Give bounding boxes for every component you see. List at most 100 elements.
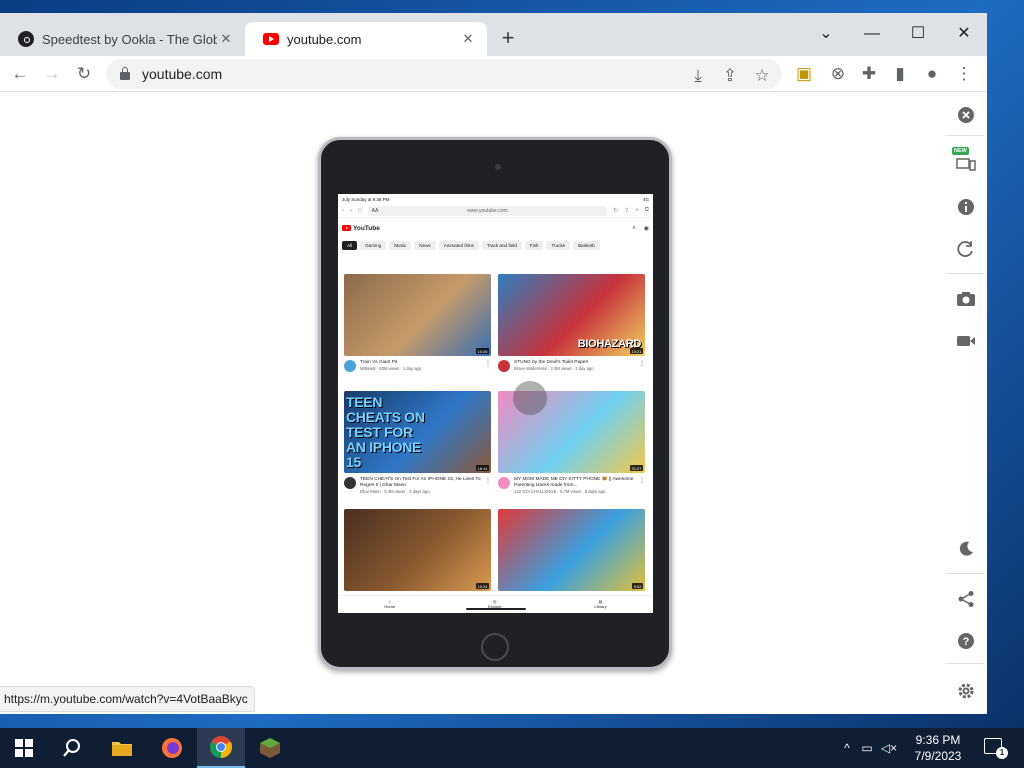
- safari-book-icon[interactable]: □: [358, 208, 362, 214]
- video-card[interactable]: TEEN CHEATS ON TEST FOR AN IPHONE 15 16:1…: [344, 391, 491, 495]
- safari-tabs-icon[interactable]: ⧉: [645, 207, 649, 214]
- safari-back-icon[interactable]: ‹: [342, 208, 344, 214]
- thumbnail-caption: TEEN CHEATS ON TEST FOR AN IPHONE 15: [346, 394, 425, 470]
- bookmark-star-icon[interactable]: ☆: [748, 62, 776, 90]
- youtube-logo[interactable]: YouTube: [342, 225, 380, 232]
- video-menu-icon[interactable]: ⋮: [639, 360, 645, 372]
- channel-avatar[interactable]: [344, 477, 356, 489]
- nav-library[interactable]: ▤ Library: [594, 599, 606, 613]
- info-icon[interactable]: [952, 193, 980, 221]
- share-icon[interactable]: [952, 585, 980, 613]
- video-card[interactable]: 9:02: [498, 509, 645, 591]
- firefox-button[interactable]: [148, 728, 196, 768]
- folder-icon: [112, 742, 132, 756]
- tab-speedtest[interactable]: Speedtest by Ookla - The Global ✕: [0, 22, 245, 56]
- extensions-puzzle-icon[interactable]: ✚: [855, 60, 883, 88]
- category-chip[interactable]: Gaming: [360, 240, 387, 250]
- safari-share-icon[interactable]: ⇪: [624, 207, 629, 214]
- dark-mode-moon-icon[interactable]: [952, 535, 980, 563]
- category-chip[interactable]: Animated films: [438, 240, 479, 250]
- account-icon[interactable]: ◉: [644, 225, 649, 232]
- ipad-home-button[interactable]: [481, 633, 509, 661]
- chrome-button[interactable]: [197, 728, 245, 768]
- tab-title: Speedtest by Ookla - The Global: [42, 31, 217, 47]
- extension-yellow-icon[interactable]: ▣: [790, 60, 818, 88]
- search-icon: [63, 739, 80, 757]
- side-panel-icon[interactable]: ▮: [886, 60, 914, 88]
- profile-avatar-icon[interactable]: ●: [918, 60, 946, 88]
- share-icon[interactable]: ⇪: [716, 62, 744, 90]
- close-window-button[interactable]: ✕: [941, 19, 987, 49]
- video-card[interactable]: 10:26 Train Vs Giant Pit MrBeast · 63M vie…: [344, 274, 491, 372]
- taskbar-clock[interactable]: 9:36 PM 7/9/2023: [906, 732, 970, 764]
- video-card[interactable]: BIOHAZARD 10:21 STUNG by the Devil's Toile…: [498, 274, 645, 372]
- file-explorer-button[interactable]: [98, 728, 146, 768]
- maximize-button[interactable]: ☐: [895, 19, 941, 49]
- category-chip[interactable]: Fish: [524, 240, 544, 250]
- youtube-header: YouTube ⌕ ◉: [338, 218, 653, 238]
- safari-add-icon[interactable]: +: [635, 208, 639, 214]
- category-chip[interactable]: Music: [389, 240, 412, 250]
- device-select-icon[interactable]: NEW: [952, 147, 980, 177]
- search-icon[interactable]: ⌕: [632, 225, 635, 232]
- install-download-icon[interactable]: ⤓: [684, 62, 712, 90]
- channel-avatar[interactable]: [498, 360, 510, 372]
- video-thumbnail[interactable]: 9:02: [498, 509, 645, 591]
- start-button[interactable]: [0, 728, 48, 768]
- tab-search-chevron-down-icon[interactable]: ⌄: [803, 19, 849, 49]
- video-title[interactable]: MY MOM MADE ME DIY KITTY PHONE 😻 || Awes…: [514, 477, 635, 489]
- extension-blocker-icon[interactable]: ⊗: [824, 60, 852, 88]
- new-tab-button[interactable]: +: [496, 27, 520, 51]
- video-card[interactable]: 10:24: [344, 509, 491, 591]
- tab-youtube[interactable]: youtube.com ✕: [245, 22, 487, 56]
- nav-home[interactable]: ⌂ Home: [384, 599, 395, 613]
- video-menu-icon[interactable]: ⋮: [485, 477, 491, 495]
- channel-avatar[interactable]: [498, 477, 510, 489]
- action-center-icon[interactable]: 1: [984, 738, 1008, 759]
- address-bar[interactable]: youtube.com ⤓ ⇪ ☆: [106, 59, 782, 89]
- safari-address-bar[interactable]: AA www.youtube.com: [367, 205, 608, 216]
- camera-icon[interactable]: [952, 285, 980, 313]
- settings-gear-icon[interactable]: [952, 677, 980, 705]
- close-circle-icon[interactable]: [952, 101, 980, 129]
- video-menu-icon[interactable]: ⋮: [639, 477, 645, 495]
- video-title[interactable]: TEEN CHEATS On Test For An IPHONE 15, He…: [360, 477, 481, 489]
- reload-icon[interactable]: ↻: [70, 60, 98, 88]
- safari-reload-icon[interactable]: ↻: [613, 207, 618, 214]
- volume-muted-icon[interactable]: ◁×: [878, 741, 900, 755]
- help-icon[interactable]: ?: [952, 627, 980, 655]
- category-chip[interactable]: All: [342, 240, 358, 250]
- safari-forward-icon[interactable]: ›: [350, 208, 352, 214]
- video-thumbnail[interactable]: BIOHAZARD 10:21: [498, 274, 645, 356]
- youtube-logo-icon: [342, 225, 351, 231]
- menu-kebab-icon[interactable]: ⋮: [950, 60, 978, 88]
- minecraft-button[interactable]: [246, 728, 294, 768]
- video-thumbnail[interactable]: TEEN CHEATS ON TEST FOR AN IPHONE 15 16:1…: [344, 391, 491, 473]
- rotate-icon[interactable]: [952, 235, 980, 263]
- minimize-button[interactable]: —: [849, 19, 895, 49]
- new-badge: NEW: [952, 147, 969, 155]
- close-icon[interactable]: ✕: [459, 31, 477, 47]
- tray-chevron-up-icon[interactable]: ^: [838, 741, 856, 755]
- back-arrow-icon[interactable]: ←: [6, 60, 34, 88]
- safari-url-text: www.youtube.com: [467, 207, 508, 214]
- search-button[interactable]: [48, 728, 96, 768]
- safari-aa[interactable]: AA: [372, 208, 379, 214]
- video-thumbnail[interactable]: 10:26: [344, 274, 491, 356]
- video-menu-icon[interactable]: ⋮: [485, 360, 491, 372]
- category-chip[interactable]: News: [414, 240, 436, 250]
- emulator-sidebar: NEW ?: [944, 93, 987, 714]
- ipad-frame: July Sunday at 9:36 PM 4G ‹ › □ AA www.y…: [318, 137, 672, 670]
- network-icon[interactable]: ▭: [856, 741, 878, 755]
- touch-cursor: [513, 381, 547, 415]
- youtube-logo-text: YouTube: [353, 224, 380, 232]
- category-chip[interactable]: Basketb: [573, 240, 600, 250]
- video-thumbnail[interactable]: 10:24: [344, 509, 491, 591]
- nav-explore[interactable]: ◎ Explore: [488, 599, 502, 613]
- video-record-icon[interactable]: [952, 327, 980, 355]
- close-icon[interactable]: ✕: [217, 31, 235, 47]
- channel-avatar[interactable]: [344, 360, 356, 372]
- category-chip[interactable]: Track and field: [481, 240, 522, 250]
- forward-arrow-icon[interactable]: →: [38, 60, 66, 88]
- category-chip[interactable]: Trucks: [546, 240, 571, 250]
